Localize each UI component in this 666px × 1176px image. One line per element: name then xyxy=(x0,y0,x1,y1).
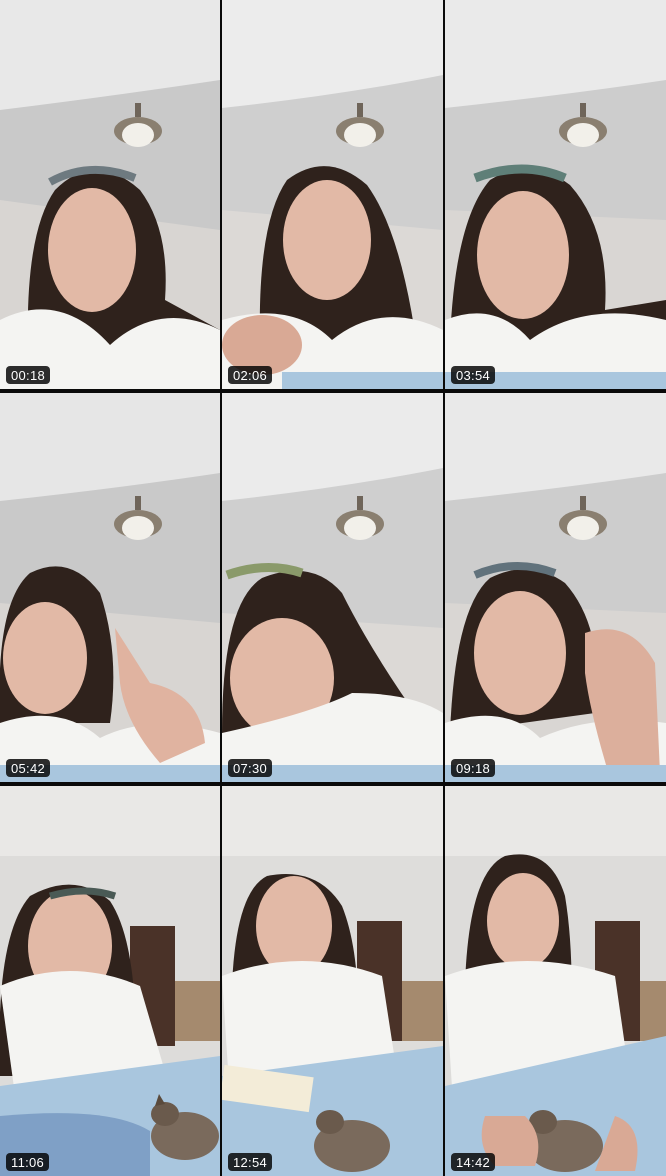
timestamp-badge: 03:54 xyxy=(451,366,496,384)
video-frame[interactable]: 14:42 xyxy=(445,786,666,1176)
frame-thumbnail xyxy=(222,393,443,782)
timestamp-badge: 00:18 xyxy=(6,366,51,384)
timestamp-badge: 12:54 xyxy=(228,1153,273,1171)
timestamp-badge: 07:30 xyxy=(228,759,273,777)
frame-thumbnail xyxy=(445,0,666,389)
frame-thumbnail xyxy=(0,0,220,389)
video-frame[interactable]: 12:54 xyxy=(222,786,443,1176)
frame-thumbnail xyxy=(222,786,443,1176)
timestamp-badge: 05:42 xyxy=(6,759,51,777)
video-frame[interactable]: 09:18 xyxy=(445,393,666,782)
video-frame[interactable]: 00:18 xyxy=(0,0,220,389)
frame-thumbnail xyxy=(0,786,220,1176)
video-frame[interactable]: 11:06 xyxy=(0,786,220,1176)
frame-thumbnail xyxy=(445,393,666,782)
video-frame[interactable]: 03:54 xyxy=(445,0,666,389)
video-frame[interactable]: 02:06 xyxy=(222,0,443,389)
timestamp-badge: 11:06 xyxy=(6,1153,50,1171)
timestamp-badge: 02:06 xyxy=(228,366,273,384)
video-frame-grid: 00:18 02:06 03:54 05:42 07:30 09:18 11:0… xyxy=(0,0,666,1176)
frame-thumbnail xyxy=(445,786,666,1176)
timestamp-badge: 09:18 xyxy=(451,759,496,777)
frame-thumbnail xyxy=(222,0,443,389)
video-frame[interactable]: 07:30 xyxy=(222,393,443,782)
video-frame[interactable]: 05:42 xyxy=(0,393,220,782)
timestamp-badge: 14:42 xyxy=(451,1153,496,1171)
frame-thumbnail xyxy=(0,393,220,782)
